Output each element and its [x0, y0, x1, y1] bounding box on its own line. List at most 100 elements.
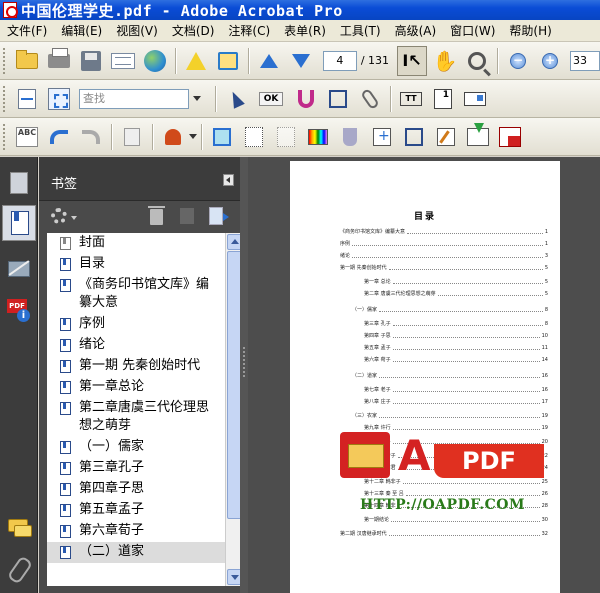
- zoom-out-button[interactable]: −: [504, 47, 532, 75]
- import-tool[interactable]: [464, 122, 492, 151]
- fit-page-button[interactable]: [45, 85, 73, 113]
- toc-entry-page: 10: [541, 333, 548, 339]
- arrow-up-icon: [259, 53, 278, 68]
- fit-width-button[interactable]: [13, 85, 41, 113]
- touchup-tool[interactable]: [432, 123, 460, 151]
- undo-button[interactable]: [45, 123, 73, 151]
- menu-file[interactable]: 文件(F): [0, 22, 54, 39]
- crop-tool[interactable]: [324, 85, 352, 113]
- toolbar-grip[interactable]: [3, 85, 7, 112]
- zoom-level-field[interactable]: 33: [569, 50, 600, 71]
- menu-comments[interactable]: 注释(C): [221, 22, 277, 39]
- open-button[interactable]: [13, 47, 41, 75]
- color-tool[interactable]: [304, 123, 332, 151]
- bookmark-item[interactable]: 第一期 先秦创始时代: [47, 356, 225, 377]
- undo-icon: [50, 129, 68, 144]
- bookmark-item[interactable]: 第六章荀子: [47, 521, 225, 542]
- bookmark-item[interactable]: 封面: [47, 233, 225, 254]
- toc-leader-dots: [379, 309, 543, 312]
- pages-panel-icon[interactable]: [5, 169, 33, 197]
- acrobat-app-icon[interactable]: [3, 2, 18, 18]
- find-dropdown-icon[interactable]: [193, 96, 201, 101]
- page-number-input[interactable]: 4: [322, 50, 357, 71]
- fit-width-icon: [18, 88, 36, 109]
- bookmark-item[interactable]: 第五章孟子: [47, 500, 225, 521]
- button-tool[interactable]: OK: [254, 85, 288, 113]
- copy-button[interactable]: [118, 123, 146, 151]
- text-field-tool[interactable]: TT: [397, 85, 425, 113]
- crop-icon: [329, 89, 347, 108]
- select-text-tool[interactable]: I↖: [397, 45, 428, 76]
- print-button[interactable]: [45, 47, 73, 75]
- bookmark-item[interactable]: （二）道家: [47, 542, 225, 563]
- toolbar-grip[interactable]: [3, 123, 7, 150]
- bookmark-list: 封面 目录 《商务印书馆文库》编纂大意 序例 绪论 第一期 先秦创始时代 第一章总论 第二章唐…: [47, 233, 225, 586]
- target-tool[interactable]: [368, 123, 396, 151]
- text-field-icon: TT: [400, 91, 422, 106]
- bookmark-item[interactable]: 绪论: [47, 335, 225, 356]
- box-tool[interactable]: [208, 123, 236, 151]
- collaborate-button[interactable]: [141, 47, 169, 75]
- hand-tool[interactable]: ✋: [431, 47, 459, 75]
- bookmarks-panel-icon[interactable]: [2, 205, 36, 241]
- zoom-tool[interactable]: [463, 47, 491, 75]
- bookmark-item[interactable]: 第二章唐虞三代伦理思想之萌芽: [47, 398, 225, 437]
- new-bookmark-icon[interactable]: [180, 208, 194, 224]
- toc-leader-dots: [352, 255, 543, 258]
- zoom-in-button[interactable]: +: [536, 47, 564, 75]
- rotate-tool[interactable]: [272, 123, 300, 151]
- menu-view[interactable]: 视图(V): [109, 22, 165, 39]
- menu-edit[interactable]: 编辑(E): [54, 22, 109, 39]
- pdf-info-panel-icon[interactable]: [5, 297, 33, 325]
- bookmark-item[interactable]: 第一章总论: [47, 377, 225, 398]
- select-object-tool[interactable]: [222, 85, 250, 113]
- stamp-dropdown-icon[interactable]: [189, 134, 197, 139]
- bookmark-item[interactable]: 第三章孔子: [47, 458, 225, 479]
- toc-entry-page: 5: [544, 291, 548, 297]
- page-number-tool[interactable]: 1: [429, 85, 457, 113]
- menu-tools[interactable]: 工具(T): [333, 22, 388, 39]
- preflight-tool[interactable]: [336, 123, 364, 151]
- bookmark-item[interactable]: 第四章子思: [47, 479, 225, 500]
- delete-bookmark-icon[interactable]: [148, 206, 165, 225]
- menu-help[interactable]: 帮助(H): [502, 22, 558, 39]
- bookmark-item[interactable]: 序例: [47, 314, 225, 335]
- menu-advanced[interactable]: 高级(A): [388, 22, 444, 39]
- redo-button[interactable]: [77, 123, 105, 151]
- options-gear-icon[interactable]: [51, 208, 67, 224]
- certify-button[interactable]: [214, 47, 242, 75]
- toc-entry-title: 第二章 唐虞三代伦理思想之萌芽: [364, 291, 436, 297]
- menu-forms[interactable]: 表单(R): [277, 22, 333, 39]
- bookmark-item[interactable]: 《商务印书馆文库》编纂大意: [47, 275, 225, 314]
- signatures-panel-icon[interactable]: [5, 255, 33, 283]
- crop-pages-tool[interactable]: [400, 123, 428, 151]
- collapse-panel-icon[interactable]: [223, 174, 234, 186]
- save-button[interactable]: [77, 47, 105, 75]
- next-page-button[interactable]: [287, 47, 315, 75]
- comments-panel-icon[interactable]: [5, 513, 33, 541]
- form-tool[interactable]: [461, 85, 489, 113]
- pane-splitter[interactable]: [240, 157, 248, 593]
- spell-check-button[interactable]: ABC: [13, 123, 41, 151]
- bookmark-icon: [60, 402, 71, 415]
- pdf-convert-tool[interactable]: [496, 123, 524, 151]
- find-input[interactable]: 查找: [79, 88, 189, 109]
- previous-page-button[interactable]: [255, 47, 283, 75]
- dotted-box-tool[interactable]: [240, 123, 268, 151]
- attachments-panel-icon[interactable]: [5, 555, 33, 583]
- toolbar-grip[interactable]: [3, 47, 7, 74]
- stamp-button[interactable]: [159, 123, 187, 151]
- bookmark-item[interactable]: 目录: [47, 254, 225, 275]
- attach-tool[interactable]: [356, 85, 384, 113]
- document-view[interactable]: 目录 《商务印书馆文库》编纂大意 1 序例 1 绪论 3 第一期 先秦创始时代 5 第一章 总论…: [248, 157, 600, 593]
- toc-entry-title: 第一期结论: [364, 517, 390, 523]
- link-tool[interactable]: [292, 85, 320, 113]
- chevron-down-icon[interactable]: [71, 216, 77, 220]
- expand-bookmark-icon[interactable]: [209, 207, 229, 225]
- email-button[interactable]: [109, 47, 137, 75]
- menu-document[interactable]: 文档(D): [165, 22, 222, 39]
- globe-icon: [143, 49, 166, 72]
- menu-window[interactable]: 窗口(W): [443, 22, 502, 39]
- warning-button[interactable]: [182, 47, 210, 75]
- bookmark-item[interactable]: （一）儒家: [47, 437, 225, 458]
